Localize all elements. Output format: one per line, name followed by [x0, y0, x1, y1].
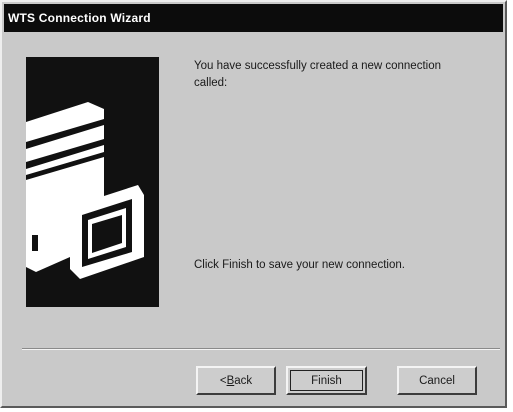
back-button-label: ack: [234, 375, 253, 387]
back-button-prefix: <: [219, 375, 227, 387]
window-title: WTS Connection Wizard: [8, 11, 151, 25]
wizard-window: WTS Connection Wizard You have successfu…: [0, 0, 507, 408]
success-message: You have successfully created a new conn…: [194, 60, 441, 89]
finish-button[interactable]: Finish: [286, 366, 367, 395]
button-separator: [22, 348, 500, 350]
cancel-button[interactable]: Cancel: [397, 366, 477, 395]
back-button[interactable]: <Back: [196, 366, 276, 395]
title-bar: WTS Connection Wizard: [4, 4, 503, 32]
computer-with-monitor-icon: [26, 102, 144, 279]
wizard-illustration: [26, 57, 159, 307]
finish-instruction: Click Finish to save your new connection…: [194, 259, 405, 271]
